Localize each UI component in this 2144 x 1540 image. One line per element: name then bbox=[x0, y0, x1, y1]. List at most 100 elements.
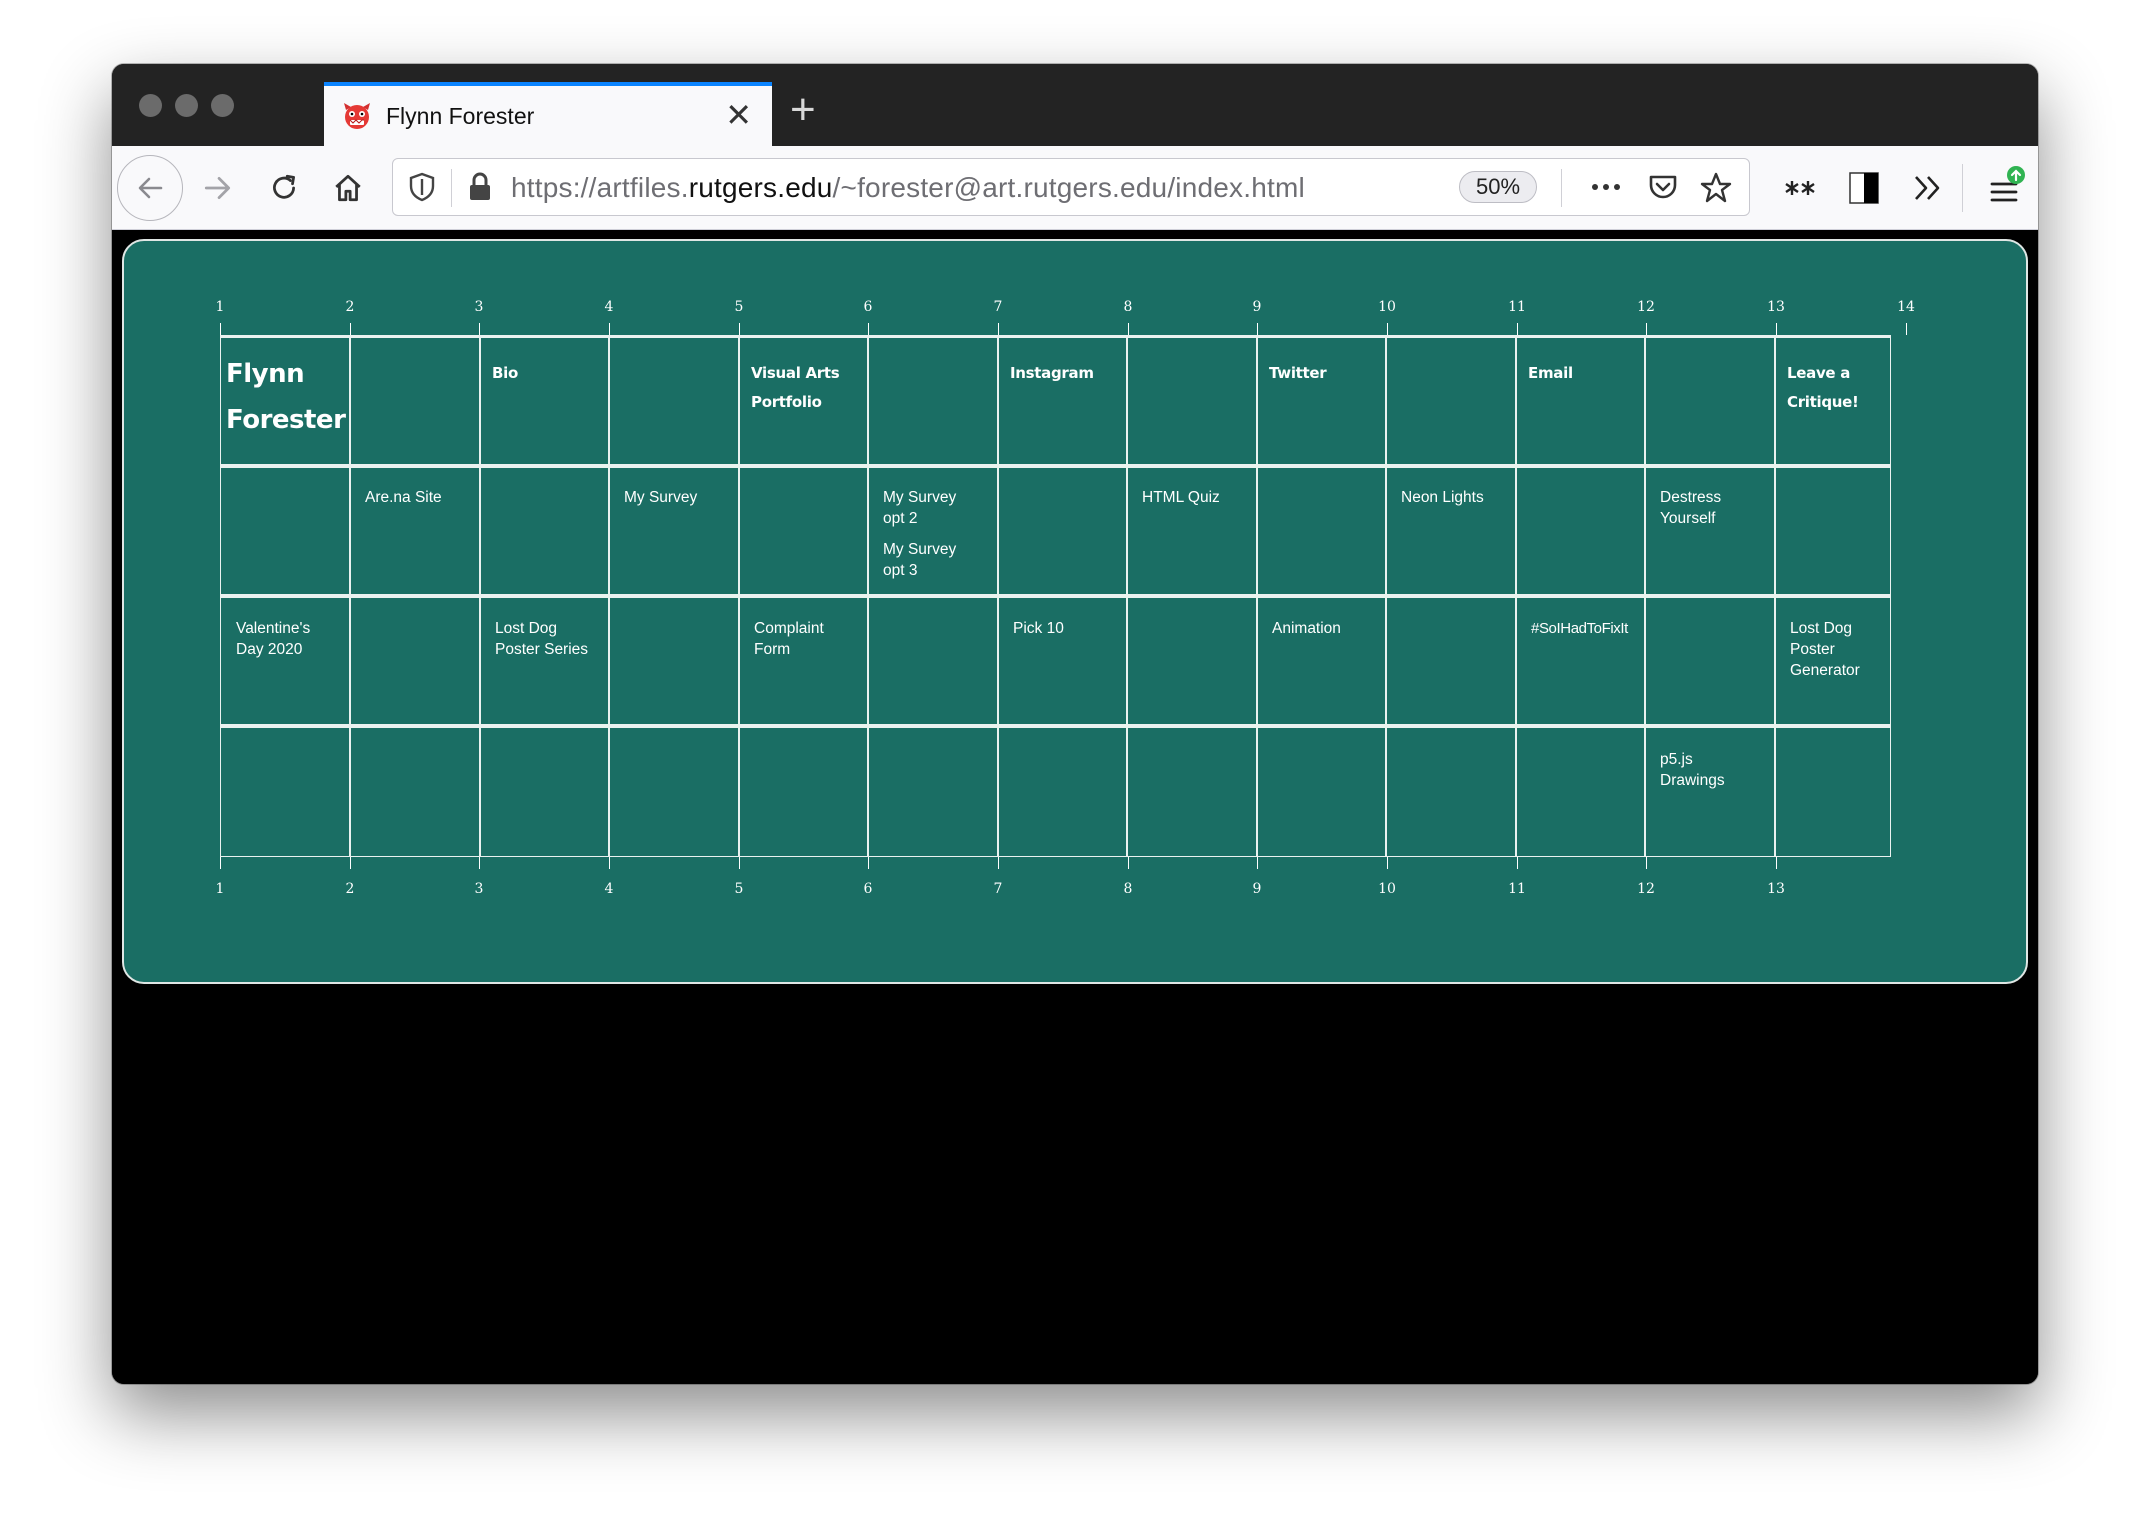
grid-line bbox=[738, 335, 740, 857]
reload-icon bbox=[273, 174, 295, 199]
ruler-tick bbox=[220, 323, 221, 335]
ruler-top-label: 8 bbox=[1123, 299, 1133, 315]
ruler-tick bbox=[1517, 323, 1518, 335]
site-title-line: Flynn bbox=[226, 359, 305, 389]
grid-line bbox=[220, 724, 1891, 728]
url-path: /~forester@art.rutgers.edu/index.html bbox=[832, 172, 1305, 203]
ruler-tick bbox=[739, 323, 740, 335]
ruler-top-label: 3 bbox=[474, 299, 484, 315]
pocket-icon[interactable] bbox=[1647, 171, 1679, 203]
ruler-top-label: 13 bbox=[1767, 299, 1785, 315]
project-neon-lights-link[interactable]: Neon Lights bbox=[1401, 487, 1531, 508]
ruler-top-label: 1 bbox=[215, 299, 225, 315]
url-text[interactable]: https://artfiles.rutgers.edu/~forester@a… bbox=[511, 172, 1305, 204]
ruler-tick bbox=[1128, 323, 1129, 335]
project-my-survey-link[interactable]: My Survey bbox=[624, 487, 754, 508]
nav-bio-label: Bio bbox=[492, 364, 518, 382]
project-label: #SoIHadToFixIt bbox=[1531, 620, 1628, 637]
project-html-quiz-link[interactable]: HTML Quiz bbox=[1142, 487, 1272, 508]
project-label-line: Poster Series bbox=[495, 641, 589, 658]
nav-critique-link[interactable]: Leave a Critique! bbox=[1787, 359, 1917, 417]
project-lost-dog-poster-generator-link[interactable]: Lost Dog Poster Generator bbox=[1790, 618, 1920, 681]
ruler-top-label: 4 bbox=[604, 299, 614, 315]
ruler-tick bbox=[350, 857, 351, 869]
address-bar[interactable]: https://artfiles.rutgers.edu/~forester@a… bbox=[392, 158, 1750, 216]
back-button[interactable] bbox=[116, 146, 184, 230]
ruler-top-label: 12 bbox=[1637, 299, 1655, 315]
ruler-tick bbox=[1646, 323, 1647, 335]
ruler-bottom-label: 13 bbox=[1767, 881, 1785, 897]
zoom-level-badge[interactable]: 50% bbox=[1459, 171, 1537, 203]
project-so-i-had-to-fix-it-link[interactable]: #SoIHadToFixIt bbox=[1531, 618, 1651, 639]
project-label-line: Yourself bbox=[1660, 510, 1716, 527]
app-menu-button[interactable] bbox=[1978, 146, 2034, 230]
ruler-bottom-label: 6 bbox=[863, 881, 873, 897]
asterisks-icon bbox=[1785, 181, 1815, 195]
url-domain: rutgers.edu bbox=[688, 172, 833, 203]
forward-button[interactable] bbox=[192, 146, 244, 230]
ruler-tick bbox=[998, 323, 999, 335]
reload-button[interactable] bbox=[258, 146, 310, 230]
ruler-tick bbox=[868, 323, 869, 335]
contrast-extension-button[interactable] bbox=[1840, 146, 1888, 230]
nav-link-line: Visual Arts bbox=[751, 364, 840, 382]
minimize-window-button[interactable] bbox=[175, 94, 198, 117]
chevrons-right-icon bbox=[1915, 176, 1940, 200]
ruler-tick bbox=[1257, 857, 1258, 869]
url-prefix: https://artfiles. bbox=[511, 172, 689, 203]
ruler-tick bbox=[739, 857, 740, 869]
page-actions-icon[interactable] bbox=[1589, 173, 1623, 201]
nav-instagram-link[interactable]: Instagram bbox=[1010, 359, 1140, 388]
project-label-line: Lost Dog bbox=[495, 620, 558, 637]
close-tab-icon[interactable]: ✕ bbox=[725, 96, 752, 134]
home-button[interactable] bbox=[322, 146, 374, 230]
tracking-shield-icon[interactable] bbox=[407, 171, 437, 203]
project-label-line: Complaint bbox=[754, 620, 824, 637]
lock-icon[interactable] bbox=[467, 171, 493, 203]
project-complaint-form-link[interactable]: Complaint Form bbox=[754, 618, 884, 660]
nav-visual-arts-portfolio-link[interactable]: Visual Arts Portfolio bbox=[751, 359, 881, 417]
project-lost-dog-poster-series-link[interactable]: Lost Dog Poster Series bbox=[495, 618, 625, 660]
close-window-button[interactable] bbox=[139, 94, 162, 117]
ruler-tick bbox=[1776, 857, 1777, 869]
ruler-top-label: 9 bbox=[1252, 299, 1262, 315]
grid-line bbox=[608, 335, 610, 857]
ruler-tick bbox=[220, 857, 221, 869]
project-animation-link[interactable]: Animation bbox=[1272, 618, 1402, 639]
ruler-top-label: 5 bbox=[734, 299, 744, 315]
project-valentines-day-link[interactable]: Valentine's Day 2020 bbox=[236, 618, 366, 660]
url-divider bbox=[1561, 169, 1562, 207]
ruler-tick bbox=[609, 857, 610, 869]
project-label: Are.na Site bbox=[365, 489, 442, 506]
ruler-tick bbox=[1776, 323, 1777, 335]
grid-line bbox=[1256, 335, 1258, 857]
ruler-top-label: 11 bbox=[1508, 299, 1526, 315]
tab-flynn-forester[interactable]: Flynn Forester ✕ bbox=[324, 82, 772, 146]
site-title: Flynn Forester bbox=[226, 351, 350, 443]
grid-line bbox=[220, 856, 1891, 857]
ruler-bottom-label: 7 bbox=[993, 881, 1003, 897]
zoom-window-button[interactable] bbox=[211, 94, 234, 117]
nav-email-link[interactable]: Email bbox=[1528, 359, 1658, 388]
project-destress-yourself-link[interactable]: Destress Yourself bbox=[1660, 487, 1790, 529]
forward-arrow-icon bbox=[204, 177, 231, 199]
project-pick-10-link[interactable]: Pick 10 bbox=[1013, 618, 1143, 639]
nav-twitter-link[interactable]: Twitter bbox=[1269, 359, 1399, 388]
grid-line bbox=[220, 335, 1891, 338]
ruler-tick bbox=[868, 857, 869, 869]
extension-button[interactable] bbox=[1776, 146, 1824, 230]
project-p5js-drawings-link[interactable]: p5.js Drawings bbox=[1660, 749, 1790, 791]
project-my-survey-opt3-link[interactable]: My Survey opt 3 bbox=[883, 539, 1013, 581]
project-arena-site-link[interactable]: Are.na Site bbox=[365, 487, 495, 508]
layout-grid: Flynn Forester Bio Visual Arts Portfolio… bbox=[220, 335, 1891, 857]
url-divider bbox=[451, 169, 452, 207]
ruler-bottom-label: 1 bbox=[215, 881, 225, 897]
project-my-survey-opt2-link[interactable]: My Survey opt 2 bbox=[883, 487, 1013, 529]
new-tab-button[interactable]: + bbox=[790, 88, 816, 132]
nav-bio-link[interactable]: Bio bbox=[492, 359, 622, 388]
project-label-line: Form bbox=[754, 641, 791, 658]
bookmark-star-icon[interactable] bbox=[1699, 171, 1733, 205]
overflow-button[interactable] bbox=[1904, 146, 1952, 230]
tab-strip: Flynn Forester ✕ + bbox=[112, 64, 2038, 146]
project-label-line: opt 3 bbox=[883, 562, 918, 579]
